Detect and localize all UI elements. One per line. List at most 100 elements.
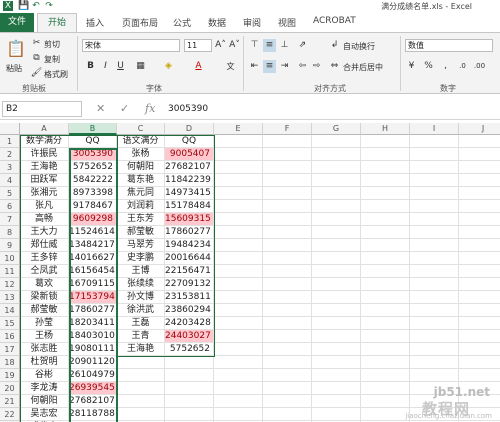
cell-c13[interactable]: 孙文博 (117, 291, 165, 304)
cell-h17[interactable] (361, 343, 410, 356)
cell-b11[interactable]: 16156454 (69, 265, 117, 278)
confirm-icon[interactable]: ✓ (120, 102, 129, 116)
tab-review[interactable]: 审阅 (243, 16, 261, 29)
cell-h2[interactable] (361, 148, 410, 161)
cell-g15[interactable] (312, 317, 361, 330)
cell-j8[interactable] (459, 226, 500, 239)
cell-f6[interactable] (263, 200, 312, 213)
decrease-decimal-icon[interactable]: .00 (473, 60, 486, 73)
cut-button[interactable]: 剪切 (44, 39, 60, 50)
cell-g3[interactable] (312, 161, 361, 174)
cell-a17[interactable]: 张志胜 (20, 343, 69, 356)
cell-j14[interactable] (459, 304, 500, 317)
cell-g1[interactable] (312, 135, 361, 148)
cell-d22[interactable] (165, 408, 214, 421)
merge-center-icon[interactable]: ⇔ (328, 60, 341, 73)
bold-button[interactable]: B (84, 60, 97, 73)
cell-a5[interactable]: 张湘元 (20, 187, 69, 200)
paste-button[interactable]: 粘贴 (6, 63, 22, 74)
cell-a6[interactable]: 张凡 (20, 200, 69, 213)
cell-i17[interactable] (410, 343, 459, 356)
cell-c12[interactable]: 张续续 (117, 278, 165, 291)
cell-a14[interactable]: 郝莹敏 (20, 304, 69, 317)
cancel-icon[interactable]: ✕ (96, 102, 105, 116)
format-painter-icon[interactable]: 🖌 (30, 67, 43, 80)
copy-button[interactable]: 复制 (44, 54, 60, 65)
align-left-icon[interactable]: ⇤ (248, 60, 261, 73)
cell-b6[interactable]: 9178467 (69, 200, 117, 213)
cell-b21[interactable]: 27682107 (69, 395, 117, 408)
cell-g22[interactable] (312, 408, 361, 421)
cell-e13[interactable] (214, 291, 263, 304)
cell-f22[interactable] (263, 408, 312, 421)
cell-c2[interactable]: 张杨 (117, 148, 165, 161)
cell-b18[interactable]: 20901120 (69, 356, 117, 369)
align-bottom-icon[interactable]: ⊥ (278, 39, 291, 52)
cell-f2[interactable] (263, 148, 312, 161)
percent-icon[interactable]: % (422, 60, 435, 73)
grow-font-icon[interactable]: A˄ (214, 39, 227, 52)
cell-g5[interactable] (312, 187, 361, 200)
cell-i1[interactable] (410, 135, 459, 148)
cell-c19[interactable] (117, 369, 165, 382)
cell-g9[interactable] (312, 239, 361, 252)
row-header[interactable]: 11 (0, 265, 20, 278)
cell-a22[interactable]: 吴志宏 (20, 408, 69, 421)
cell-i7[interactable] (410, 213, 459, 226)
cell-i14[interactable] (410, 304, 459, 317)
cell-g20[interactable] (312, 382, 361, 395)
select-all-corner[interactable] (0, 123, 20, 135)
underline-button[interactable]: U (114, 60, 127, 73)
cell-c7[interactable]: 王东芳 (117, 213, 165, 226)
cell-c21[interactable] (117, 395, 165, 408)
row-header[interactable]: 21 (0, 395, 20, 408)
tab-data[interactable]: 数据 (208, 16, 226, 29)
column-header-e[interactable]: E (214, 123, 263, 135)
tab-file[interactable]: 文件 (0, 13, 34, 32)
cell-a3[interactable]: 王海艳 (20, 161, 69, 174)
cell-d2[interactable]: 9005407 (165, 148, 214, 161)
increase-indent-icon[interactable]: ⇨ (310, 60, 323, 73)
cell-e19[interactable] (214, 369, 263, 382)
cell-j17[interactable] (459, 343, 500, 356)
cell-c11[interactable]: 王博 (117, 265, 165, 278)
cell-h21[interactable] (361, 395, 410, 408)
cell-b16[interactable]: 18403010 (69, 330, 117, 343)
cell-h16[interactable] (361, 330, 410, 343)
cell-d12[interactable]: 22709132 (165, 278, 214, 291)
cell-i8[interactable] (410, 226, 459, 239)
cell-b1[interactable]: QQ (69, 135, 117, 148)
cell-a18[interactable]: 杜贺明 (20, 356, 69, 369)
cell-i4[interactable] (410, 174, 459, 187)
cell-e2[interactable] (214, 148, 263, 161)
cell-b13[interactable]: 17153794 (69, 291, 117, 304)
cell-i2[interactable] (410, 148, 459, 161)
merge-center-button[interactable]: 合并后居中 (343, 62, 383, 73)
cell-b17[interactable]: 19080111 (69, 343, 117, 356)
cell-i12[interactable] (410, 278, 459, 291)
cell-g17[interactable] (312, 343, 361, 356)
cell-d15[interactable]: 24203428 (165, 317, 214, 330)
cell-g2[interactable] (312, 148, 361, 161)
row-header[interactable]: 5 (0, 187, 20, 200)
cell-f7[interactable] (263, 213, 312, 226)
cell-f11[interactable] (263, 265, 312, 278)
row-header[interactable]: 2 (0, 148, 20, 161)
cut-icon[interactable]: ✂ (30, 37, 43, 50)
cell-f19[interactable] (263, 369, 312, 382)
cell-c1[interactable]: 语文满分 (117, 135, 165, 148)
cell-h10[interactable] (361, 252, 410, 265)
cell-d6[interactable]: 15178484 (165, 200, 214, 213)
name-box[interactable]: B2 (2, 101, 82, 117)
cell-h11[interactable] (361, 265, 410, 278)
cell-j6[interactable] (459, 200, 500, 213)
column-header-f[interactable]: F (263, 123, 312, 135)
cell-i6[interactable] (410, 200, 459, 213)
copy-icon[interactable]: ⧉ (30, 52, 43, 65)
cell-f17[interactable] (263, 343, 312, 356)
column-header-i[interactable]: I (410, 123, 459, 135)
cell-a9[interactable]: 郑仕威 (20, 239, 69, 252)
cell-j13[interactable] (459, 291, 500, 304)
row-header[interactable]: 16 (0, 330, 20, 343)
cell-i18[interactable] (410, 356, 459, 369)
